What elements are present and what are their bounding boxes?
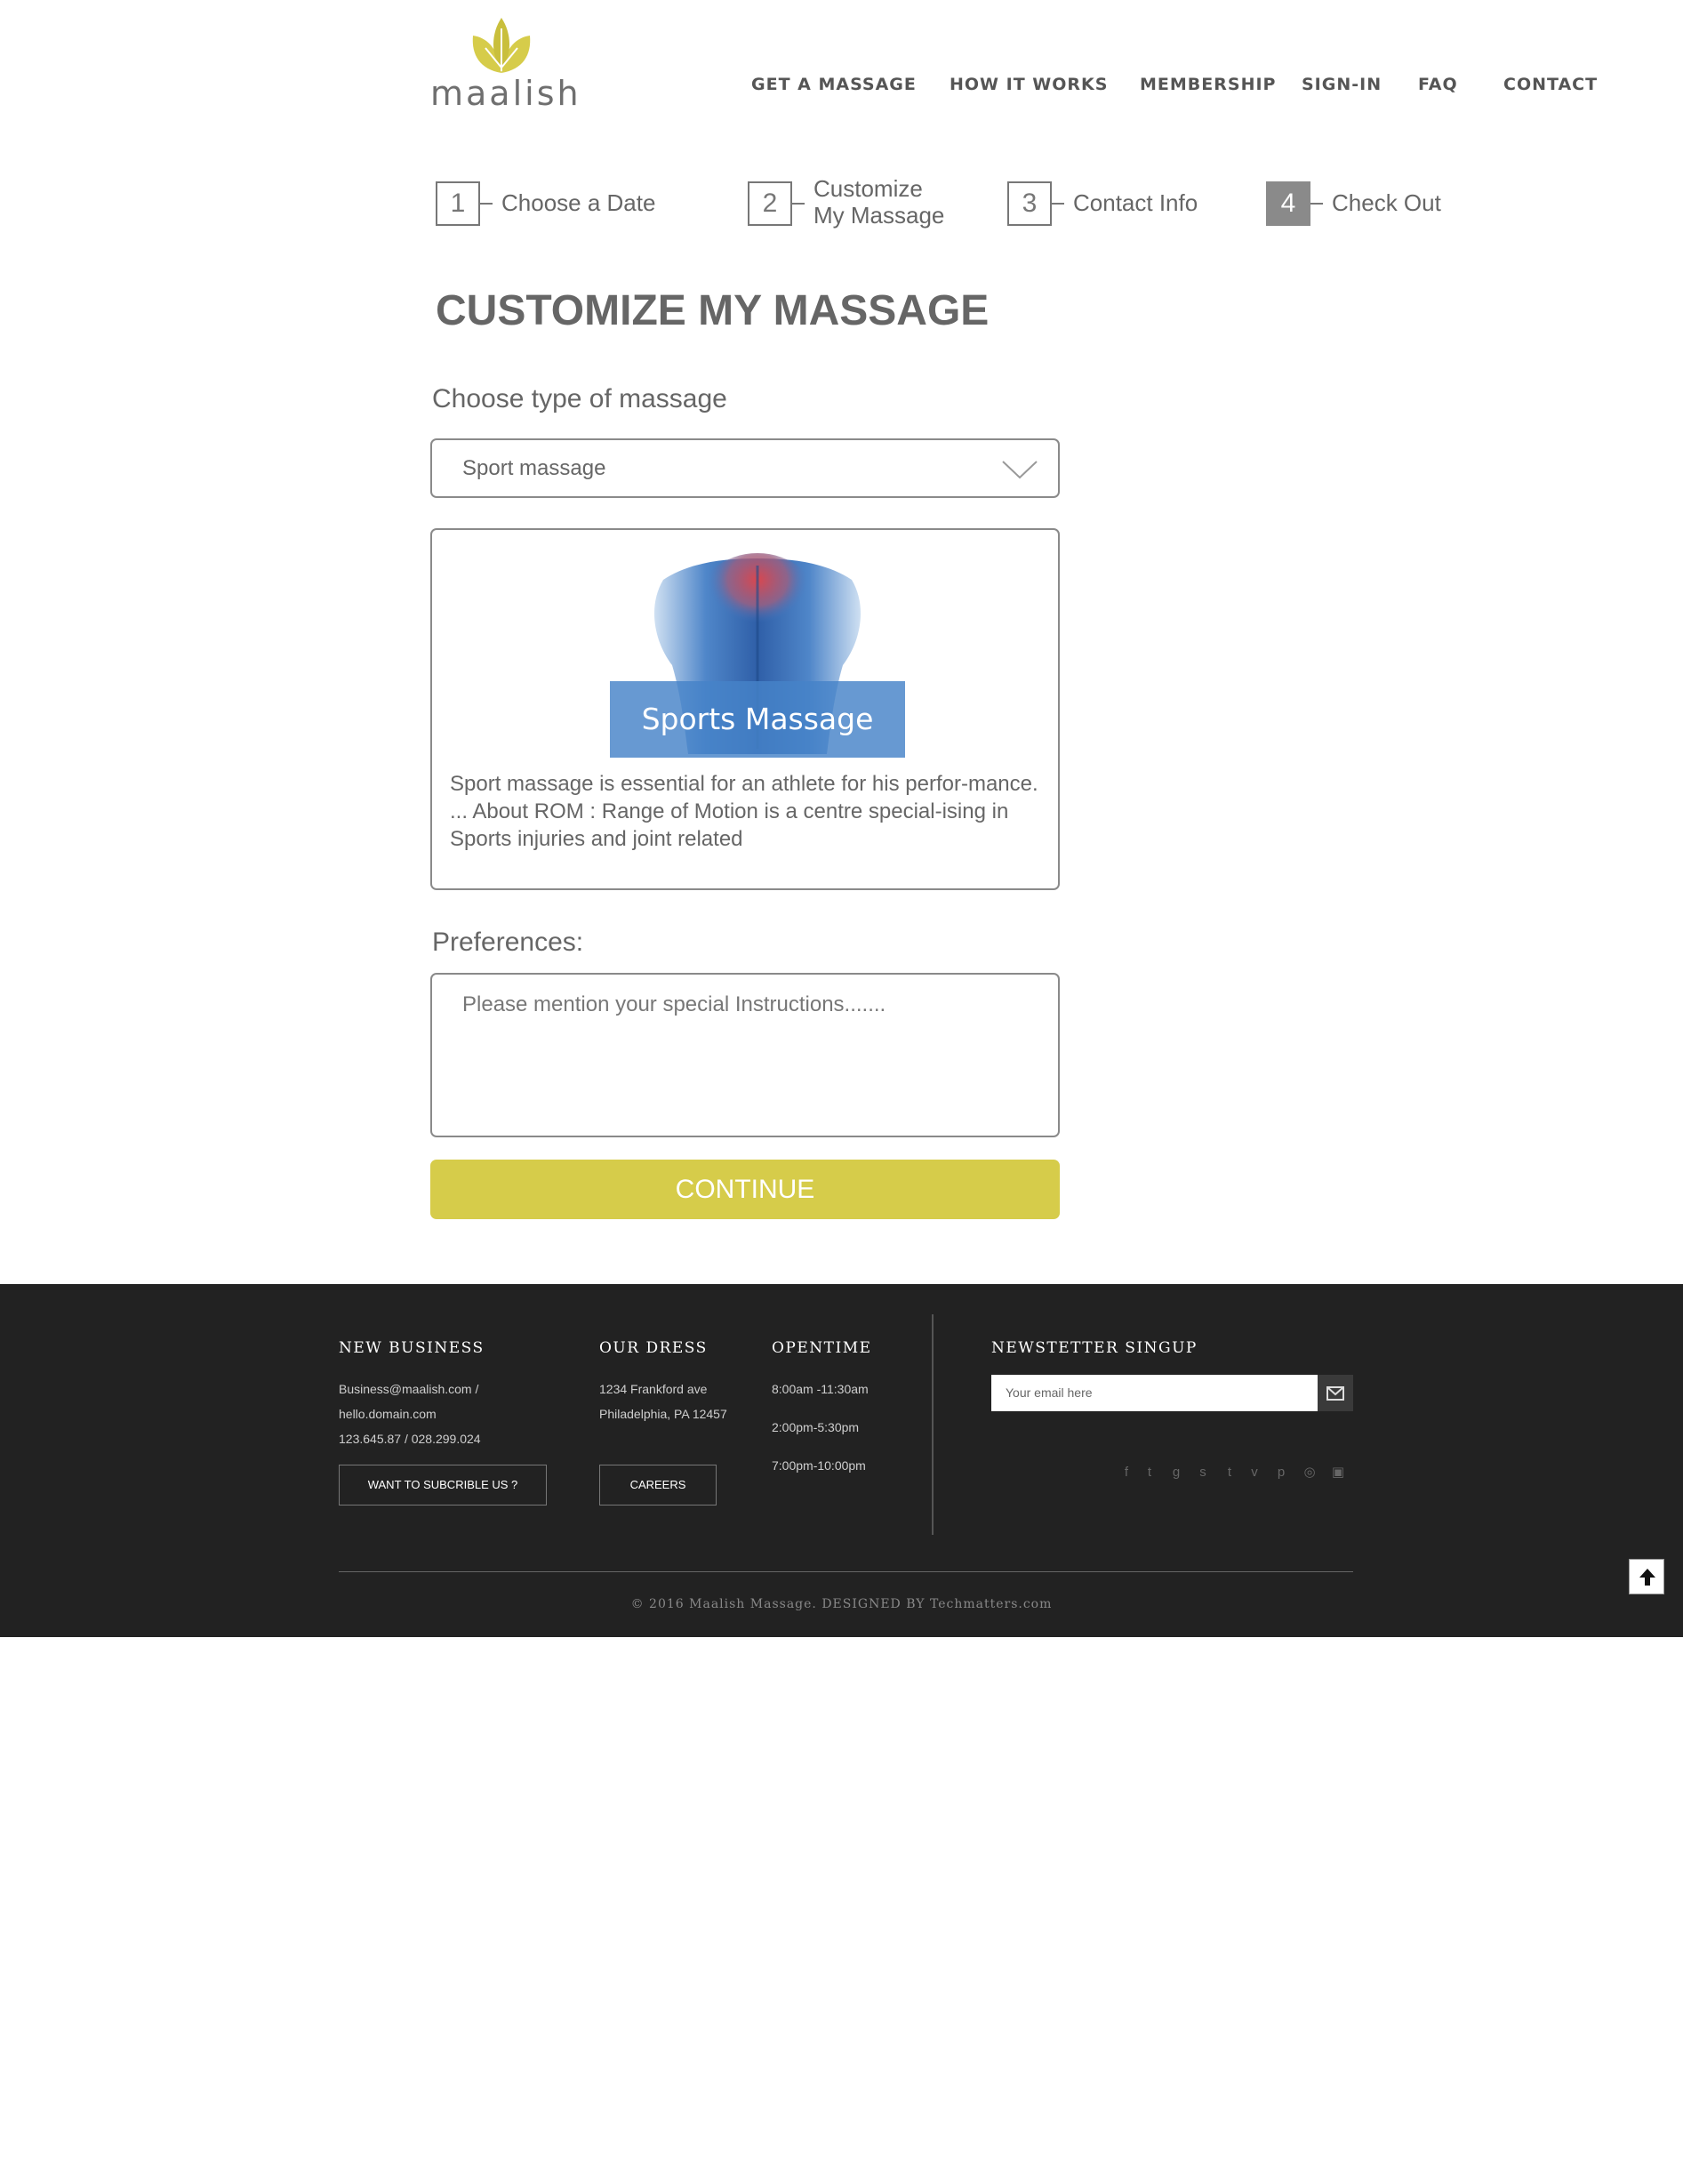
step-connector (1310, 203, 1323, 205)
back-to-top-button[interactable] (1629, 1559, 1664, 1594)
massage-caption: Sports Massage (610, 681, 905, 758)
subscribe-button[interactable]: WANT TO SUBCRIBLE US ? (339, 1465, 547, 1506)
footer-opentime-heading: OPENTIME (772, 1339, 872, 1357)
step-number: 4 (1266, 181, 1310, 226)
step-connector (480, 203, 493, 205)
pinterest-icon[interactable]: p (1273, 1465, 1289, 1481)
nav-contact[interactable]: CONTACT (1503, 75, 1598, 94)
nav-sign-in[interactable]: SIGN-IN (1302, 75, 1382, 94)
instagram-icon[interactable]: ▣ (1330, 1465, 1346, 1481)
chevron-down-icon (1002, 461, 1038, 479)
massage-description: Sport massage is essential for an athlet… (450, 772, 1038, 851)
logo-text: maalish (430, 74, 581, 113)
footer-business-email[interactable]: Business@maalish.com / (339, 1382, 478, 1396)
step-connector (792, 203, 805, 205)
preferences-placeholder: Please mention your special Instructions… (462, 992, 886, 1016)
newsletter-placeholder: Your email here (1006, 1385, 1093, 1400)
footer-hours-2: 2:00pm-5:30pm (772, 1420, 860, 1434)
dribbble-icon[interactable]: ◎ (1302, 1465, 1318, 1481)
massage-type-select[interactable]: Sport massage (430, 438, 1060, 498)
twitter-icon[interactable]: t (1142, 1465, 1158, 1481)
step-label: Check Out (1332, 189, 1441, 216)
massage-type-label: Choose type of massage (432, 384, 727, 414)
careers-button[interactable]: CAREERS (599, 1465, 717, 1506)
footer-business-domain[interactable]: hello.domain.com (339, 1407, 437, 1421)
massage-info-card: Sports Massage Sport massage is essentia… (430, 528, 1060, 890)
newsletter-heading: NEWSTETTER SINGUP (991, 1339, 1198, 1357)
step-label-line1: Customize (813, 175, 923, 202)
tumblr-icon[interactable]: t (1222, 1465, 1238, 1481)
step-label: Contact Info (1073, 189, 1198, 216)
envelope-icon (1326, 1386, 1344, 1401)
nav-get-a-massage[interactable]: GET A MASSAGE (751, 75, 917, 94)
footer-new-business-heading: NEW BUSINESS (339, 1339, 485, 1357)
footer-address-heading: OUR DRESS (599, 1339, 708, 1357)
newsletter-submit-button[interactable] (1318, 1375, 1353, 1411)
preferences-label: Preferences: (432, 927, 584, 957)
footer-hours-1: 8:00am -11:30am (772, 1382, 869, 1396)
vimeo-icon[interactable]: v (1246, 1465, 1262, 1481)
arrow-up-icon (1639, 1569, 1655, 1586)
page-title: CUSTOMIZE MY MASSAGE (436, 287, 990, 334)
preferences-textarea[interactable]: Please mention your special Instructions… (430, 973, 1060, 1137)
footer-divider (932, 1314, 934, 1535)
footer-address-line1: 1234 Frankford ave (599, 1382, 708, 1396)
stumbleupon-icon[interactable]: s (1195, 1465, 1211, 1481)
copyright: © 2016 Maalish Massage. DESIGNED BY Tech… (630, 1597, 1053, 1611)
massage-type-value: Sport massage (462, 456, 606, 480)
footer: NEW BUSINESS Business@maalish.com / hell… (0, 1284, 1683, 1637)
logo[interactable]: maalish (430, 16, 579, 116)
footer-hours-3: 7:00pm-10:00pm (772, 1458, 866, 1473)
google-plus-icon[interactable]: g (1168, 1465, 1184, 1481)
nav-membership[interactable]: MEMBERSHIP (1140, 75, 1276, 94)
step-connector (1052, 203, 1064, 205)
newsletter-email-input[interactable]: Your email here (991, 1375, 1318, 1411)
continue-button[interactable]: CONTINUE (430, 1160, 1060, 1219)
footer-bottom-divider (339, 1571, 1353, 1572)
step-number: 2 (748, 181, 792, 226)
step-label: Customize My Massage (813, 175, 945, 229)
step-number: 1 (436, 181, 480, 226)
nav-faq[interactable]: FAQ (1418, 75, 1458, 94)
nav-how-it-works[interactable]: HOW IT WORKS (950, 75, 1108, 94)
step-number: 3 (1007, 181, 1052, 226)
footer-business-phone: 123.645.87 / 028.299.024 (339, 1432, 481, 1446)
step-label: Choose a Date (501, 189, 656, 216)
leaf-logo-icon (472, 18, 531, 73)
facebook-icon[interactable]: f (1118, 1465, 1134, 1481)
footer-address-line2: Philadelphia, PA 12457 (599, 1407, 727, 1421)
step-label-line2: My Massage (813, 201, 945, 229)
